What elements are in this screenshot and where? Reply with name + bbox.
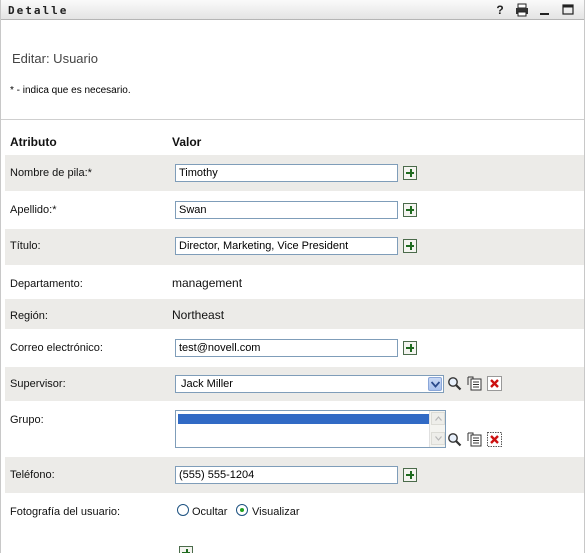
column-header-value: Valor (172, 135, 202, 149)
question-mark-icon[interactable]: ? (493, 3, 507, 17)
supervisor-label: Supervisor: (10, 378, 66, 390)
field-row-email: Correo electrónico: test@novell.com (5, 329, 584, 367)
photo-label: Fotografía del usuario: (10, 506, 121, 518)
region-value: Northeast (172, 308, 225, 322)
supervisor-select[interactable]: Jack Miller (175, 375, 444, 393)
minimize-icon[interactable] (538, 3, 552, 17)
email-label: Correo electrónico: (10, 342, 103, 354)
title-label: Título: (10, 240, 41, 252)
print-icon[interactable] (515, 3, 529, 17)
first-name-label: Nombre de pila:* (10, 167, 92, 179)
delete-icon[interactable] (487, 432, 502, 447)
last-name-input[interactable]: Swan (175, 201, 398, 219)
region-label: Región: (10, 310, 48, 322)
page-title: Editar: Usuario (12, 51, 98, 66)
search-icon[interactable] (447, 432, 462, 447)
search-icon[interactable] (447, 376, 462, 391)
required-note: * - indica que es necesario. (10, 85, 131, 96)
history-icon[interactable] (467, 432, 482, 447)
email-input[interactable]: test@novell.com (175, 339, 398, 357)
add-title-button[interactable] (403, 239, 417, 253)
field-row-region: Región: Northeast (5, 299, 584, 329)
field-row-phone: Teléfono: (555) 555-1204 (5, 457, 584, 493)
photo-show-label: Visualizar (252, 506, 300, 518)
add-email-button[interactable] (403, 341, 417, 355)
photo-show-radio[interactable] (236, 504, 248, 516)
group-label: Grupo: (10, 414, 44, 426)
scroll-down-icon[interactable] (431, 432, 445, 445)
field-row-group: Grupo: (5, 401, 584, 457)
title-input[interactable]: Director, Marketing, Vice President (175, 237, 398, 255)
field-row-title: Título: Director, Marketing, Vice Presid… (5, 229, 584, 265)
photo-hide-radio[interactable] (177, 504, 189, 516)
portlet-titlebar: Detalle ? (1, 0, 584, 20)
photo-hide-label: Ocultar (192, 506, 228, 518)
phone-input[interactable]: (555) 555-1204 (175, 466, 398, 484)
maximize-icon[interactable] (561, 3, 575, 17)
group-listbox[interactable] (175, 410, 446, 448)
add-phone-button[interactable] (403, 468, 417, 482)
supervisor-selected-value: Jack Miller (181, 378, 233, 390)
department-value: management (172, 276, 243, 290)
group-list-item[interactable] (178, 414, 429, 424)
group-scrollbar[interactable] (429, 411, 445, 447)
separator (1, 119, 584, 120)
phone-label: Teléfono: (10, 469, 55, 481)
delete-icon[interactable] (487, 376, 502, 391)
field-row-supervisor: Supervisor: Jack Miller (5, 367, 584, 401)
field-row-photo: Fotografía del usuario: Ocultar Visualiz… (5, 493, 584, 553)
detail-portlet: Detalle ? Editar: Usuario * - indica que… (0, 0, 585, 553)
add-first-name-button[interactable] (403, 166, 417, 180)
field-row-first-name: Nombre de pila:* Timothy (5, 155, 584, 191)
scroll-up-icon[interactable] (431, 412, 445, 425)
column-header-attribute: Atributo (10, 135, 57, 149)
add-last-name-button[interactable] (403, 203, 417, 217)
chevron-down-icon[interactable] (428, 377, 442, 391)
last-name-label: Apellido:* (10, 204, 57, 216)
history-icon[interactable] (467, 376, 482, 391)
portlet-title: Detalle (8, 4, 69, 17)
field-row-department: Departamento: management (5, 265, 584, 299)
field-row-last-name: Apellido:* Swan (5, 191, 584, 229)
department-label: Departamento: (10, 278, 83, 290)
first-name-input[interactable]: Timothy (175, 164, 398, 182)
add-photo-button[interactable] (179, 546, 193, 553)
